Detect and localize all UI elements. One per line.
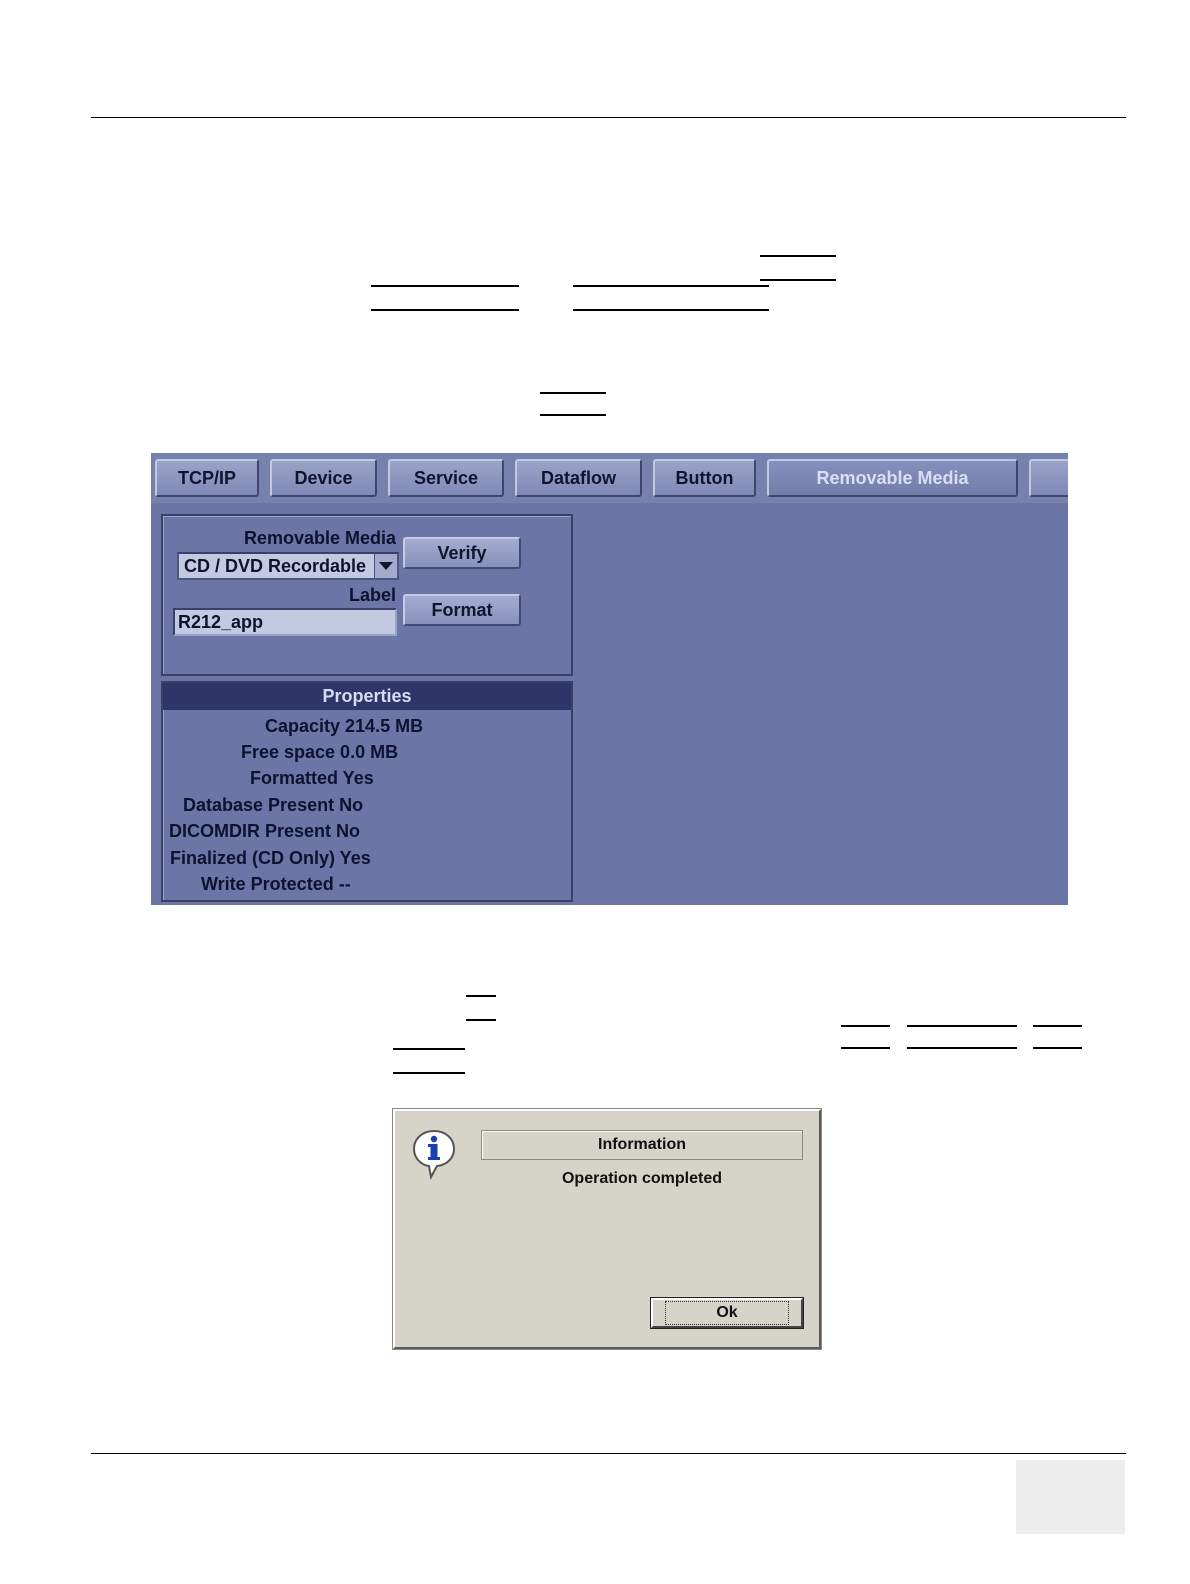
property-finalized: Finalized (CD Only) Yes [170,848,371,868]
label-field-label: Label [348,585,396,605]
redacted-underline [371,285,519,287]
tab-bar: TCP/IP Device Service Dataflow Button Re… [151,453,1068,503]
property-write-protected: Write Protected -- [201,874,351,894]
redacted-underline [466,1019,496,1021]
redacted-underline [841,1025,890,1027]
tab-tcpip[interactable]: TCP/IP [155,459,259,497]
header-rule [91,117,1126,118]
redacted-underline [573,285,769,287]
removable-media-label: Removable Media [243,528,396,548]
media-type-select[interactable]: CD / DVD Recordable [177,552,399,580]
redacted-underline [760,279,836,281]
properties-header: Properties [163,683,571,710]
tab-dataflow[interactable]: Dataflow [515,459,642,497]
dialog-title: Information [481,1130,803,1160]
format-button[interactable]: Format [403,594,521,626]
info-speech-bubble-icon [412,1129,456,1180]
redacted-underline [540,392,606,394]
ok-button-label: Ok [665,1301,789,1325]
redacted-underline [466,995,496,997]
tab-removable-media[interactable]: Removable Media [767,459,1018,497]
redacted-underline [907,1047,1017,1049]
page-number-box [1016,1460,1125,1534]
information-dialog: Information Operation completed Ok [392,1108,822,1350]
redacted-underline [1033,1047,1082,1049]
chevron-down-icon[interactable] [374,554,397,578]
properties-group: Properties Capacity 214.5 MB Free space … [161,681,573,902]
ok-button[interactable]: Ok [650,1297,804,1329]
media-group: Removable Media CD / DVD Recordable Labe… [161,514,573,676]
property-formatted: Formatted Yes [250,768,374,788]
redacted-underline [393,1048,465,1050]
utility-panel: TCP/IP Device Service Dataflow Button Re… [151,453,1068,905]
tab-service[interactable]: Service [388,459,504,497]
redacted-underline [573,309,769,311]
media-type-value: CD / DVD Recordable [184,556,367,576]
redacted-underline [393,1072,465,1074]
verify-button[interactable]: Verify [403,537,521,569]
tab-more[interactable] [1029,459,1068,497]
redacted-underline [1033,1025,1082,1027]
redacted-underline [540,414,606,416]
property-dicomdir-present: DICOMDIR Present No [169,821,361,841]
tab-device[interactable]: Device [270,459,377,497]
redacted-underline [371,309,519,311]
redacted-underline [841,1047,890,1049]
dialog-message: Operation completed [561,1170,723,1187]
redacted-underline [760,255,836,257]
tab-button[interactable]: Button [653,459,756,497]
label-input[interactable]: R212_app [173,608,397,636]
property-free-space: Free space 0.0 MB [241,742,399,762]
footer-rule [91,1453,1126,1454]
property-database-present: Database Present No [183,795,364,815]
redacted-underline [907,1025,1017,1027]
property-capacity: Capacity 214.5 MB [265,716,424,736]
